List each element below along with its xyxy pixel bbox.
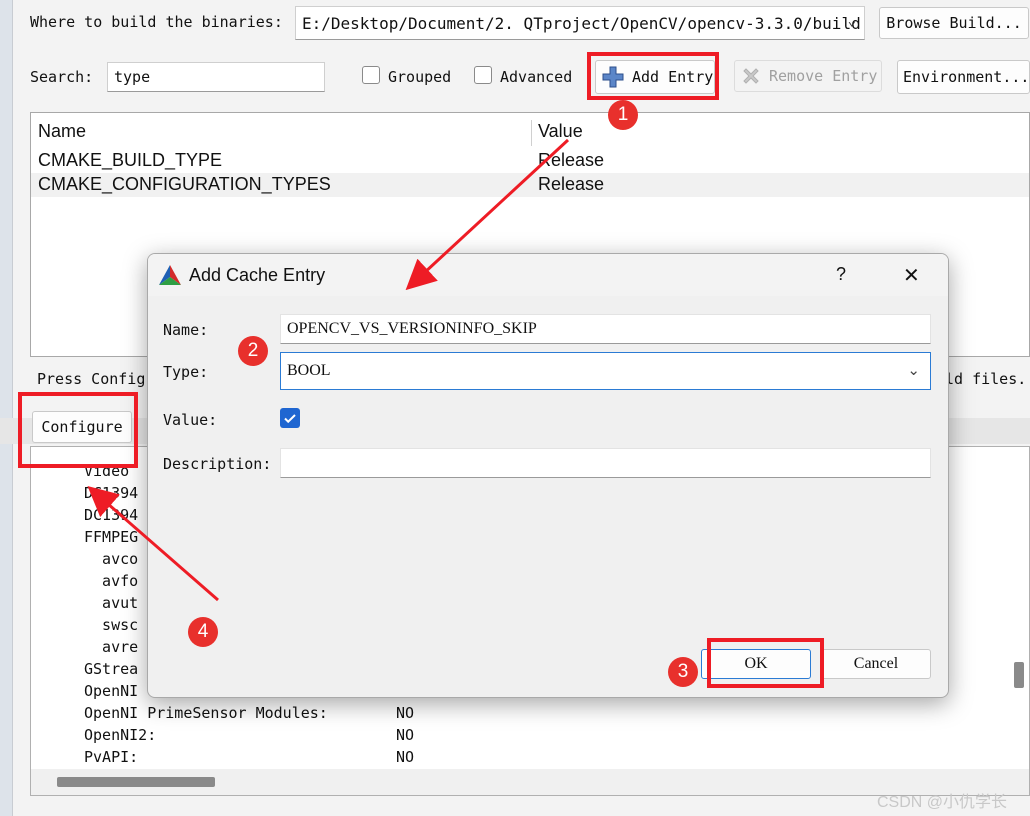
annotation-overlay [87, 138, 570, 602]
annotation-badge: 2 [238, 336, 268, 366]
annotation-badge: 1 [608, 100, 638, 130]
annotation-arrow [405, 138, 570, 291]
highlight-ok [707, 638, 824, 688]
highlight-add-entry [587, 52, 719, 100]
highlight-configure [18, 392, 138, 468]
annotation-badge: 4 [188, 617, 218, 647]
annotation-arrow [87, 486, 219, 602]
annotation-badge: 3 [668, 657, 698, 687]
